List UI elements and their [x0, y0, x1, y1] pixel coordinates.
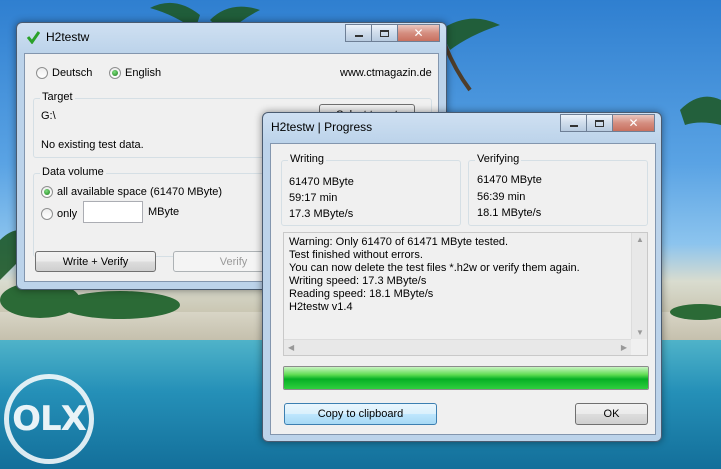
only-unit-label: MByte — [148, 206, 180, 218]
radio-all-space[interactable] — [41, 186, 53, 198]
radio-only[interactable] — [41, 208, 53, 220]
log-line: Warning: Only 61470 of 61471 MByte teste… — [289, 236, 509, 248]
progress-window: H2testw | Progress ✕ Writing 61470 MByte… — [262, 112, 662, 442]
progress-maximize-button[interactable] — [586, 114, 612, 132]
log-vertical-scrollbar[interactable]: ▲ ▼ — [631, 233, 647, 339]
app-icon — [26, 31, 40, 44]
main-window-title: H2testw — [46, 30, 90, 44]
log-line: Writing speed: 17.3 MByte/s — [289, 275, 427, 287]
write-verify-button[interactable]: Write + Verify — [35, 251, 156, 272]
scroll-up-icon[interactable]: ▲ — [636, 235, 644, 244]
target-group-label: Target — [40, 91, 75, 103]
maximize-icon — [595, 119, 604, 127]
maximize-icon — [380, 29, 389, 37]
progress-close-button[interactable]: ✕ — [612, 114, 655, 132]
progress-bar — [283, 366, 649, 390]
progress-minimize-button[interactable] — [560, 114, 586, 132]
maximize-button[interactable] — [371, 24, 397, 42]
close-icon: ✕ — [413, 26, 424, 40]
progress-bar-fill — [284, 367, 648, 389]
writing-time: 59:17 min — [289, 192, 338, 204]
minimize-button[interactable] — [345, 24, 371, 42]
progress-window-title: H2testw | Progress — [271, 120, 373, 134]
log-line: You can now delete the test files *.h2w … — [289, 262, 580, 274]
log-line: H2testw v1.4 — [289, 301, 353, 313]
result-log[interactable]: Warning: Only 61470 of 61471 MByte teste… — [283, 232, 648, 356]
close-icon: ✕ — [628, 116, 639, 130]
minimize-icon — [354, 35, 363, 37]
radio-deutsch-label[interactable]: Deutsch — [52, 67, 92, 79]
olx-watermark-logo: OLX — [4, 374, 94, 464]
radio-deutsch[interactable] — [36, 67, 48, 79]
writing-group-label: Writing — [288, 153, 327, 165]
website-link[interactable]: www.ctmagazin.de — [340, 67, 432, 79]
progress-window-client: Writing 61470 MByte 59:17 min 17.3 MByte… — [270, 143, 656, 435]
ok-button[interactable]: OK — [575, 403, 648, 425]
close-button[interactable]: ✕ — [397, 24, 440, 42]
target-drive: G:\ — [41, 110, 56, 122]
writing-size: 61470 MByte — [289, 176, 354, 188]
writing-speed: 17.3 MByte/s — [289, 208, 354, 220]
verifying-speed: 18.1 MByte/s — [477, 207, 542, 219]
minimize-icon — [569, 125, 578, 127]
log-horizontal-scrollbar[interactable]: ◀ ▶ — [284, 339, 631, 355]
scroll-right-icon[interactable]: ▶ — [621, 343, 627, 352]
verifying-group-label: Verifying — [475, 153, 522, 165]
radio-english[interactable] — [109, 67, 121, 79]
only-mbyte-input[interactable] — [83, 201, 143, 223]
progress-title-bar[interactable]: H2testw | Progress ✕ — [263, 113, 661, 143]
scroll-down-icon[interactable]: ▼ — [636, 328, 644, 337]
scroll-left-icon[interactable]: ◀ — [288, 343, 294, 352]
verifying-size: 61470 MByte — [477, 174, 542, 186]
copy-to-clipboard-button[interactable]: Copy to clipboard — [284, 403, 437, 425]
target-status: No existing test data. — [41, 139, 144, 151]
radio-all-space-label[interactable]: all available space (61470 MByte) — [57, 186, 222, 198]
radio-only-label[interactable]: only — [57, 208, 77, 220]
radio-english-label[interactable]: English — [125, 67, 161, 79]
log-line: Reading speed: 18.1 MByte/s — [289, 288, 434, 300]
log-line: Test finished without errors. — [289, 249, 423, 261]
main-title-bar[interactable]: H2testw ✕ — [17, 23, 446, 53]
verifying-time: 56:39 min — [477, 191, 526, 203]
data-volume-group-label: Data volume — [40, 166, 106, 178]
